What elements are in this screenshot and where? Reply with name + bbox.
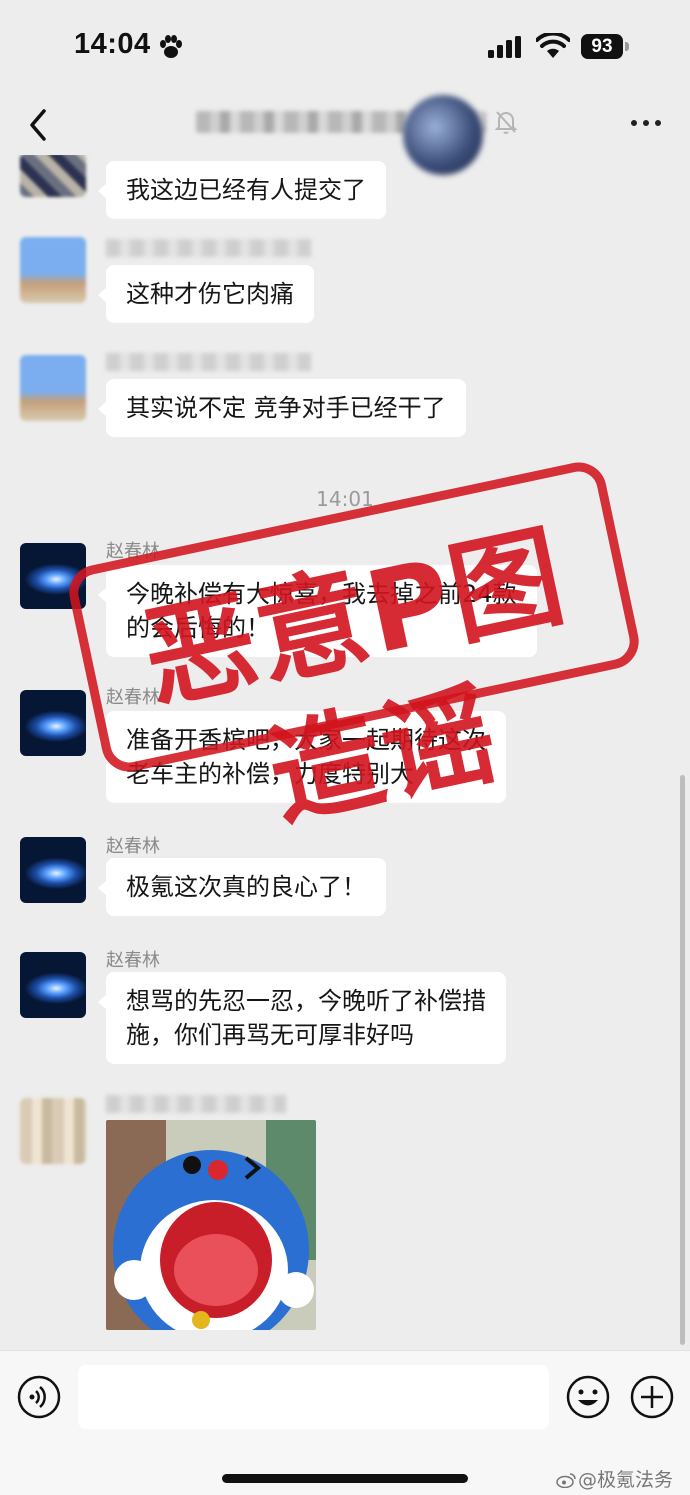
status-time: 14:04 — [74, 28, 151, 60]
back-button[interactable] — [20, 103, 56, 147]
sender-avatar[interactable] — [20, 952, 86, 1018]
battery-indicator: 93 — [581, 34, 629, 59]
signal-icon — [488, 36, 521, 58]
add-attachment-button[interactable] — [630, 1375, 674, 1419]
message-bubble[interactable]: 这种才伤它肉痛 — [98, 265, 314, 323]
watermark: @极氪法务部 — [556, 1465, 690, 1495]
emoji-button[interactable] — [566, 1375, 610, 1419]
message-bubble[interactable]: 我这边已经有人提交了 — [98, 161, 386, 219]
sender-name: 赵春林 — [106, 950, 160, 971]
sender-avatar[interactable] — [20, 237, 86, 303]
scrollbar[interactable] — [680, 775, 685, 1345]
weibo-logo-icon — [556, 1473, 576, 1488]
message-text: 极氪这次真的良心了！ — [126, 873, 366, 901]
message-text: 其实说不定 竞争对手已经干了 — [126, 394, 446, 422]
sender-avatar[interactable] — [20, 1098, 86, 1164]
status-bar: 14:04 93 — [0, 0, 690, 95]
message-bubble[interactable]: 其实说不定 竞争对手已经干了 — [98, 379, 466, 437]
home-indicator — [222, 1474, 468, 1483]
voice-input-button[interactable] — [17, 1375, 61, 1419]
input-bar: @极氪法务部 — [0, 1350, 690, 1495]
battery-tip — [625, 42, 629, 51]
message-text: 这种才伤它肉痛 — [126, 280, 294, 308]
message-bubble[interactable]: 想骂的先忍一忍，今晚听了补偿措 施，你们再骂无可厚非好吗 — [98, 972, 506, 1064]
sender-name-redacted — [106, 239, 311, 257]
wifi-icon — [536, 33, 570, 58]
chat-header — [0, 95, 690, 175]
sender-avatar[interactable] — [20, 355, 86, 421]
message-text-line: 施，你们再骂无可厚非好吗 — [126, 1021, 414, 1049]
sender-avatar[interactable] — [20, 837, 86, 903]
sender-name-redacted — [106, 353, 311, 371]
sender-avatar[interactable] — [20, 155, 86, 197]
paw-icon — [160, 35, 182, 58]
message-text: 我这边已经有人提交了 — [126, 176, 366, 204]
sticker-image[interactable] — [106, 1120, 316, 1330]
message-input[interactable] — [78, 1365, 549, 1429]
battery-level: 93 — [581, 34, 623, 59]
mute-bell-icon — [494, 111, 518, 134]
cartoon-cat-sticker-icon — [106, 1120, 316, 1330]
sender-avatar[interactable] — [20, 690, 86, 756]
more-options-button[interactable] — [624, 107, 668, 137]
sender-name-redacted — [106, 1095, 286, 1113]
message-text-line: 想骂的先忍一忍，今晚听了补偿措 — [126, 987, 486, 1015]
